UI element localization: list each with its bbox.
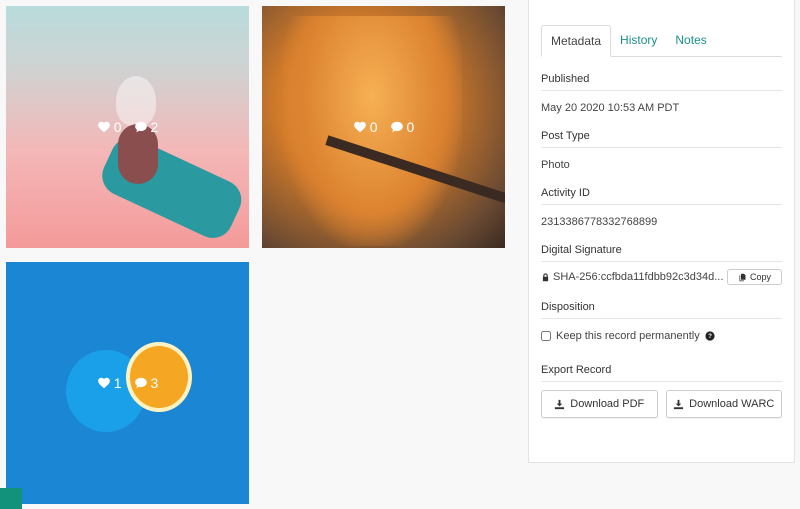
- copy-signature-button[interactable]: Copy: [726, 269, 782, 285]
- heart-icon: [97, 121, 110, 133]
- post-tile-lightbulb[interactable]: 0 2: [6, 6, 249, 248]
- keep-permanently-checkbox[interactable]: [541, 331, 551, 341]
- comment-count: 2: [150, 119, 159, 135]
- post-stats: 1 3: [6, 375, 249, 391]
- digital-signature-label: Digital Signature: [541, 244, 782, 262]
- download-warc-button[interactable]: Download WARC: [665, 390, 782, 418]
- comment-icon: [134, 377, 147, 389]
- record-details-panel: Metadata History Notes Published May 20 …: [528, 0, 795, 463]
- heart-icon: [97, 377, 110, 389]
- lock-icon: [542, 272, 549, 281]
- comment-icon: [390, 121, 403, 133]
- export-label: Export Record: [541, 364, 782, 382]
- copy-label: Copy: [749, 272, 771, 282]
- tab-history[interactable]: History: [611, 25, 666, 56]
- comment-count: 3: [150, 375, 159, 391]
- download-warc-label: Download WARC: [689, 398, 775, 410]
- activity-id-value: 2313386778332768899: [541, 216, 658, 228]
- download-pdf-label: Download PDF: [570, 398, 645, 410]
- like-count: 0: [113, 119, 122, 135]
- corner-widget[interactable]: [0, 488, 22, 509]
- keep-permanently-option[interactable]: Keep this record permanently ?: [541, 330, 782, 342]
- download-icon: [555, 399, 565, 409]
- panel-tabs: Metadata History Notes: [541, 25, 782, 57]
- help-icon[interactable]: ?: [705, 331, 715, 341]
- post-type-label: Post Type: [541, 130, 782, 148]
- heart-icon: [353, 121, 366, 133]
- activity-id-field: Activity ID 2313386778332768899: [541, 187, 782, 228]
- tab-notes[interactable]: Notes: [666, 25, 715, 56]
- published-value: May 20 2020 10:53 AM PDT: [541, 102, 680, 114]
- svg-text:?: ?: [708, 333, 712, 340]
- page: 0 2 0 0 1 3 Metadata History Notes Publi…: [0, 0, 800, 509]
- comment-icon: [134, 121, 147, 133]
- download-pdf-button[interactable]: Download PDF: [541, 390, 658, 418]
- post-stats: 0 0: [262, 119, 505, 135]
- post-tile-lemon[interactable]: 1 3: [6, 262, 249, 504]
- post-type-value: Photo: [541, 159, 570, 171]
- disposition-label: Disposition: [541, 301, 782, 319]
- copy-icon: [739, 273, 746, 281]
- tab-metadata[interactable]: Metadata: [541, 25, 612, 57]
- post-stats: 0 2: [6, 119, 249, 135]
- keep-permanently-label: Keep this record permanently: [556, 330, 700, 342]
- like-count: 0: [369, 119, 378, 135]
- disposition-field: Disposition Keep this record permanently…: [541, 301, 782, 342]
- published-field: Published May 20 2020 10:53 AM PDT: [541, 73, 782, 114]
- digital-signature-field: Digital Signature SHA-256:ccfbda11fdbb92…: [541, 244, 782, 285]
- post-type-field: Post Type Photo: [541, 130, 782, 171]
- published-label: Published: [541, 73, 782, 91]
- activity-id-label: Activity ID: [541, 187, 782, 205]
- download-icon: [674, 399, 684, 409]
- export-field: Export Record Download PDF Download WARC: [541, 364, 782, 418]
- post-tile-cat[interactable]: 0 0: [262, 6, 505, 248]
- signature-value: SHA-256:ccfbda11fdbb92c3d34d...: [553, 271, 724, 283]
- like-count: 1: [113, 375, 122, 391]
- comment-count: 0: [406, 119, 415, 135]
